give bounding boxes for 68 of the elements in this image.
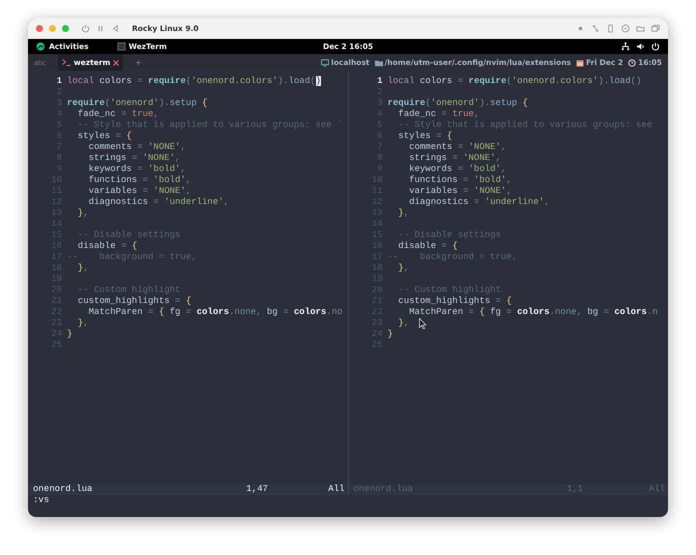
code-line: }, bbox=[76, 263, 89, 274]
code-line: }, bbox=[397, 263, 410, 274]
code-line: fade_nc = true, bbox=[76, 109, 159, 120]
code-line: functions = 'bold', bbox=[88, 175, 192, 186]
code-line: styles = { bbox=[397, 131, 452, 142]
cursor-position: 1,47 bbox=[246, 484, 269, 495]
code-line: }, bbox=[397, 208, 410, 219]
code-line: variables = 'NONE', bbox=[408, 186, 512, 197]
code-line: comments = 'NONE', bbox=[408, 142, 506, 153]
code-line: fade_nc = true, bbox=[397, 109, 480, 120]
code-line: diagnostics = 'underline', bbox=[408, 197, 550, 208]
code-line: -- Style that is applied to various groups: see ` bbox=[76, 120, 342, 131]
cursor-position: 1,1 bbox=[566, 484, 584, 495]
code-line: custom_highlights = { bbox=[76, 296, 192, 307]
pause-icon[interactable] bbox=[96, 24, 105, 32]
code-line: -- Style that is applied to various groups: see bbox=[397, 120, 652, 131]
code-line: -- Custom highlight bbox=[76, 285, 180, 296]
code-line: styles = { bbox=[76, 131, 132, 142]
code-line: diagnostics = 'underline', bbox=[88, 197, 230, 208]
code-line: comments = 'NONE', bbox=[88, 142, 186, 153]
minimize-button[interactable] bbox=[49, 24, 56, 32]
scroll-position: All bbox=[648, 484, 666, 495]
code-line: disable = { bbox=[397, 241, 458, 252]
folder-icon bbox=[374, 58, 382, 66]
code-line: keywords = 'bold', bbox=[88, 164, 186, 175]
code-line: -- background = true, bbox=[388, 252, 518, 263]
mouse-pointer-icon bbox=[418, 318, 426, 329]
disc-icon[interactable] bbox=[621, 24, 630, 32]
command-line: :vs bbox=[32, 495, 50, 506]
code-line: functions = 'bold', bbox=[408, 175, 512, 186]
zoom-button[interactable] bbox=[62, 24, 69, 32]
code-line: }, bbox=[397, 318, 410, 329]
network-icon[interactable] bbox=[621, 42, 630, 51]
folder-icon[interactable] bbox=[636, 24, 645, 32]
code-line: local colors = require('onenord.colors').load() bbox=[388, 76, 642, 87]
code-line: } bbox=[67, 329, 72, 340]
code-line: MatchParen = { fg = colors.none, bg = colors.no bbox=[88, 307, 342, 318]
file-name: onenord.lua bbox=[32, 484, 94, 495]
code-line: keywords = 'bold', bbox=[408, 164, 506, 175]
volume-icon[interactable] bbox=[636, 42, 646, 51]
code-line: -- Disable settings bbox=[397, 230, 501, 241]
scroll-position: All bbox=[328, 484, 346, 495]
code-line: -- Custom highlight bbox=[397, 285, 501, 296]
code-line: require('onenord').setup { bbox=[388, 98, 528, 109]
code-line: -- Disable settings bbox=[76, 230, 180, 241]
calendar-icon bbox=[576, 58, 584, 66]
code-line: }, bbox=[76, 318, 89, 329]
code-line: strings = 'NONE', bbox=[408, 153, 501, 164]
code-line: strings = 'NONE', bbox=[88, 153, 180, 164]
code-line: variables = 'NONE', bbox=[88, 186, 192, 197]
code-line: } bbox=[388, 329, 393, 340]
file-name: onenord.lua bbox=[352, 484, 414, 495]
code-line: MatchParen = { fg = colors.none, bg = colors.n bbox=[408, 307, 658, 318]
line-number: 1 bbox=[376, 76, 382, 87]
code-line: }, bbox=[76, 208, 89, 219]
close-icon[interactable] bbox=[113, 60, 120, 66]
close-button[interactable] bbox=[36, 24, 43, 32]
code-line: custom_highlights = { bbox=[397, 296, 512, 307]
windows-icon[interactable] bbox=[651, 24, 660, 32]
code-line: disable = { bbox=[76, 241, 138, 252]
code-line: local colors = require('onenord.colors').load() bbox=[67, 76, 321, 87]
clock-icon bbox=[628, 58, 636, 66]
monitor-icon bbox=[321, 58, 330, 66]
code-line: -- background = true, bbox=[67, 252, 197, 263]
code-line: require('onenord').setup { bbox=[67, 98, 208, 109]
prompt-icon bbox=[62, 59, 71, 66]
line-number: 1 bbox=[56, 76, 62, 87]
back-icon[interactable] bbox=[111, 24, 120, 32]
